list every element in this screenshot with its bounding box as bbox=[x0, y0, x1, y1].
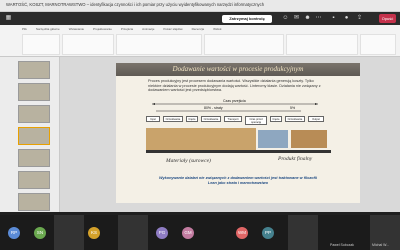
step-output: Output bbox=[308, 116, 324, 122]
step-wait: Oczekiwanie bbox=[163, 116, 183, 122]
chat-icon[interactable]: ✉ bbox=[293, 15, 300, 22]
tab-review[interactable]: Recenzja bbox=[192, 27, 205, 33]
participant-avatar[interactable]: WM bbox=[236, 227, 248, 239]
slide-conclusion: Wykonywanie działań nie związanych z dod… bbox=[159, 176, 317, 185]
slide-thumbnail[interactable] bbox=[18, 171, 50, 189]
tab-animations[interactable]: Animacje bbox=[142, 27, 154, 33]
value-label: 5% bbox=[290, 106, 296, 110]
camera-icon[interactable]: ▪ bbox=[330, 15, 337, 22]
step-cut: Cięcie bbox=[270, 116, 282, 122]
ribbon-group-slides[interactable] bbox=[62, 34, 114, 55]
tab-home[interactable]: Narzędzia główne bbox=[36, 27, 60, 33]
slide-thumbnail[interactable] bbox=[18, 61, 50, 79]
slide-thumbnail[interactable] bbox=[18, 105, 50, 123]
waste-label: 80% - straty bbox=[204, 106, 223, 110]
boxes-image bbox=[291, 130, 327, 148]
powerpoint-window: Plik Narzędzia główne Wstawianie Projekt… bbox=[0, 25, 400, 212]
people-image bbox=[258, 130, 288, 148]
ribbon-group-paragraph[interactable] bbox=[204, 34, 284, 55]
timber-image bbox=[146, 128, 256, 150]
participant-video[interactable] bbox=[118, 215, 148, 250]
ribbon: Plik Narzędzia główne Wstawianie Projekt… bbox=[0, 25, 400, 57]
participant-avatar[interactable]: KS bbox=[88, 227, 100, 239]
tab-design[interactable]: Projektowanie bbox=[93, 27, 112, 33]
ribbon-group-drawing[interactable] bbox=[286, 34, 358, 55]
people-icon[interactable]: ☺ bbox=[282, 15, 289, 22]
tab-view[interactable]: Widok bbox=[213, 27, 221, 33]
slide-thumbnails bbox=[0, 57, 60, 212]
slide-editor: Dodawanie wartości w procesie produkcyjn… bbox=[60, 57, 400, 212]
raw-materials-label: Materiały (surowce) bbox=[166, 158, 211, 164]
tab-file[interactable]: Plik bbox=[22, 27, 27, 33]
slide-header: Dodawanie wartości w procesie produkcyjn… bbox=[116, 63, 360, 76]
record-button[interactable]: Zatrzymaj kontrolę bbox=[222, 15, 272, 23]
tab-slideshow[interactable]: Pokaz slajdów bbox=[163, 27, 182, 33]
meeting-toolbar: ▦ Zatrzymaj kontrolę ☺ ✉ ☻ ⋯ ▪ ● ⇪ Opuść bbox=[0, 12, 400, 25]
participant-video[interactable] bbox=[288, 215, 318, 250]
tab-insert[interactable]: Wstawianie bbox=[69, 27, 84, 33]
slide-thumbnail-active[interactable] bbox=[18, 127, 50, 145]
lead-time-label: Czas przejścia bbox=[223, 99, 246, 103]
participant-avatar[interactable]: GM bbox=[182, 227, 194, 239]
step-cut: Cięcie bbox=[186, 116, 198, 122]
participant-video[interactable] bbox=[54, 215, 84, 250]
share-icon[interactable]: ⇪ bbox=[356, 15, 363, 22]
slide-thumbnail[interactable] bbox=[18, 193, 50, 211]
mic-icon[interactable]: ● bbox=[343, 15, 350, 22]
participant-avatar[interactable]: SN bbox=[34, 227, 46, 239]
participant-name: Michał W... bbox=[372, 243, 390, 247]
participant-avatar[interactable]: PG bbox=[156, 227, 168, 239]
final-product-label: Produkt finalny bbox=[278, 156, 313, 162]
slide-thumbnail[interactable] bbox=[18, 149, 50, 167]
step-before-op: Czas przed operacją bbox=[245, 116, 267, 125]
slide: Dodawanie wartości w procesie produkcyjn… bbox=[116, 63, 360, 203]
participant-name: Paweł Sobczak bbox=[330, 243, 354, 247]
slide-title: Dodawanie wartości w procesie produkcyjn… bbox=[172, 65, 304, 73]
window-titlebar: WARTOŚĆ, KOSZT, MARNOTRAWSTWO – identyfi… bbox=[0, 0, 400, 12]
step-wait: Oczekiwanie bbox=[201, 116, 221, 122]
participant-avatar[interactable]: PP bbox=[262, 227, 274, 239]
grid-icon[interactable]: ▦ bbox=[5, 15, 12, 22]
ribbon-group-font[interactable] bbox=[116, 34, 202, 55]
more-icon[interactable]: ⋯ bbox=[315, 15, 322, 22]
participant-avatar[interactable]: RP bbox=[8, 227, 20, 239]
leave-button[interactable]: Opuść bbox=[379, 14, 396, 23]
ribbon-group-editing[interactable] bbox=[360, 34, 396, 55]
step-input: Input bbox=[146, 116, 160, 122]
ribbon-group-clipboard[interactable] bbox=[22, 34, 60, 55]
ribbon-tabs: Plik Narzędzia główne Wstawianie Projekt… bbox=[22, 27, 221, 33]
tab-transitions[interactable]: Przejścia bbox=[121, 27, 133, 33]
reactions-icon[interactable]: ☻ bbox=[304, 15, 311, 22]
window-title: WARTOŚĆ, KOSZT, MARNOTRAWSTWO – identyfi… bbox=[6, 2, 265, 7]
step-wait: Oczekiwanie bbox=[285, 116, 305, 122]
slide-thumbnail[interactable] bbox=[18, 83, 50, 101]
step-transport: Transport bbox=[224, 116, 242, 122]
slide-body: Proces produkcyjny jest procesem dodawan… bbox=[116, 76, 360, 203]
